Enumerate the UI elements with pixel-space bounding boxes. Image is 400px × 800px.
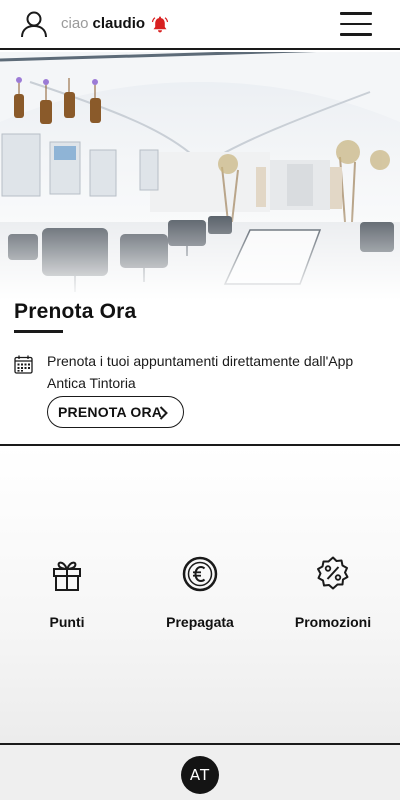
booking-title: Prenota Ora: [14, 300, 137, 323]
app-header: ciao claudio: [0, 0, 400, 50]
greeting: ciao claudio: [61, 15, 145, 33]
service-label: Promozioni: [294, 614, 372, 630]
services-section: Punti Prepagata Promozioni: [0, 446, 400, 743]
service-label: Prepagata: [166, 614, 234, 630]
username: claudio: [92, 15, 146, 32]
chevron-right-icon: [159, 406, 168, 420]
bell-icon[interactable]: [151, 16, 169, 34]
book-now-button[interactable]: PRENOTA ORA: [47, 396, 184, 428]
greeting-text: ciao: [61, 15, 89, 32]
salon-interior-photo: [0, 52, 400, 300]
service-prepaid[interactable]: Prepagata: [140, 556, 260, 630]
logo-text: AT: [189, 766, 211, 784]
calendar-icon: [14, 355, 33, 374]
logo-button[interactable]: AT: [181, 756, 219, 794]
service-promotions[interactable]: Promozioni: [273, 556, 393, 630]
service-points[interactable]: Punti: [7, 556, 127, 630]
title-underline: [14, 330, 63, 333]
percent-badge-icon: [317, 556, 349, 590]
user-icon[interactable]: [20, 10, 48, 38]
book-now-label: PRENOTA ORA: [58, 404, 163, 420]
service-label: Punti: [49, 614, 85, 630]
booking-description: Prenota i tuoi appuntamenti direttamente…: [47, 353, 354, 391]
hero-fade: [0, 210, 400, 300]
hamburger-menu-icon[interactable]: [340, 12, 372, 36]
gift-icon: [53, 561, 81, 591]
bottom-bar: AT: [0, 743, 400, 800]
euro-icon: [182, 556, 218, 592]
